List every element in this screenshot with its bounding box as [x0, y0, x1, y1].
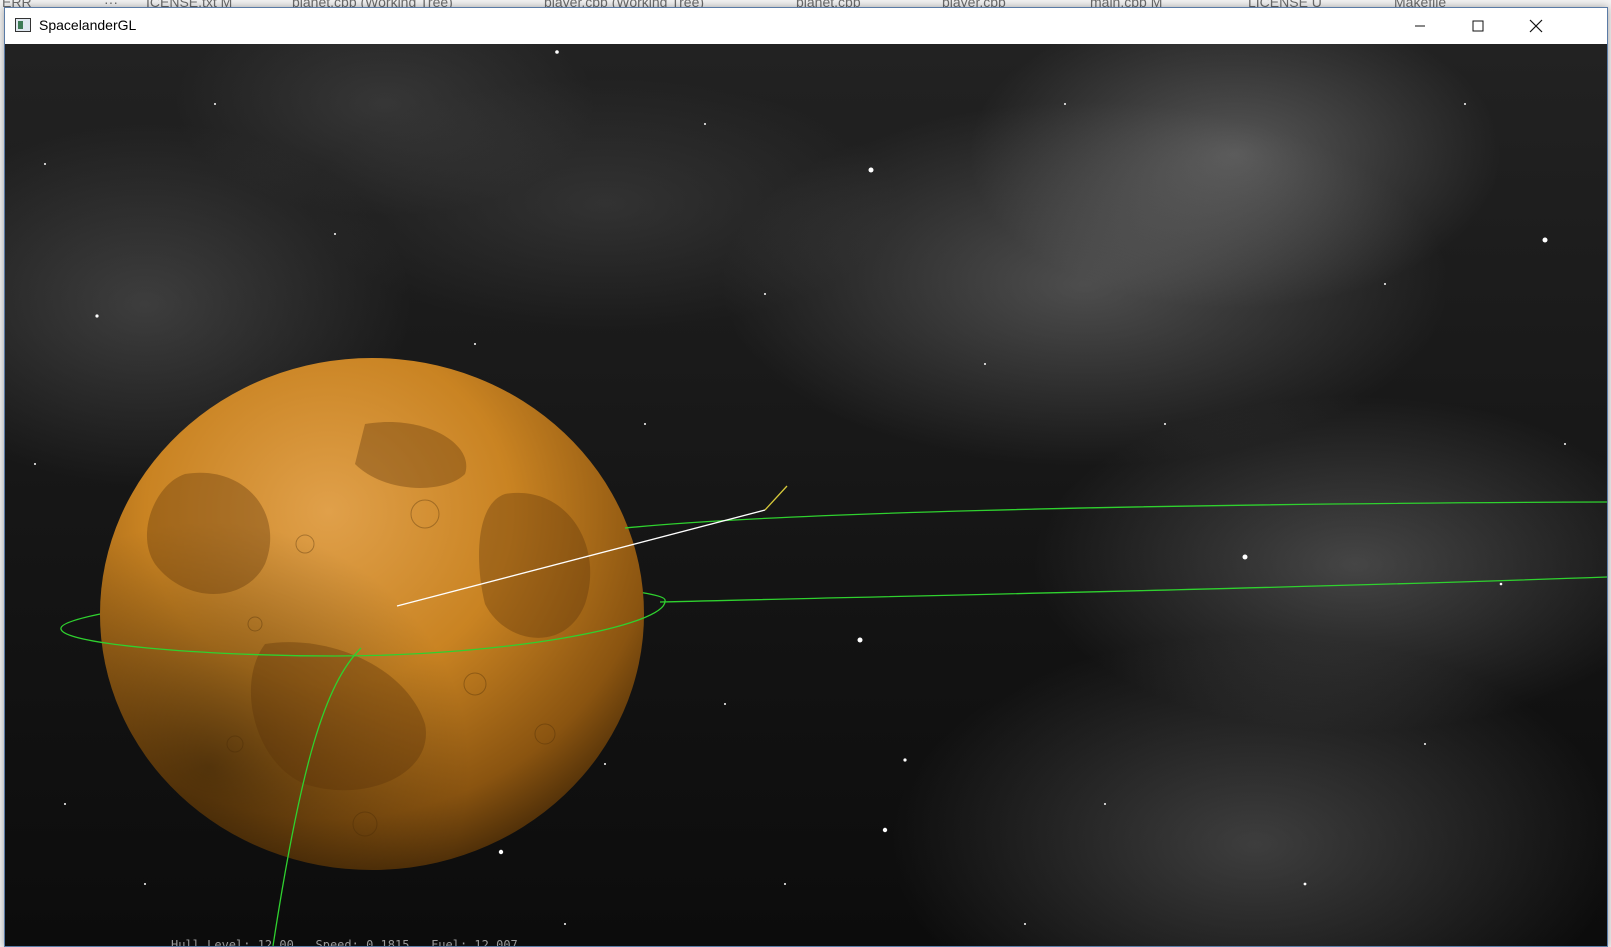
gl-viewport[interactable]: Hull Level: 12.00 Speed: 0.1815 Fuel: 12… [5, 44, 1607, 946]
minimize-icon [1415, 25, 1425, 27]
orbit-path-upper [624, 501, 1607, 529]
orbit-path-lower [659, 576, 1607, 603]
window-titlebar[interactable]: SpacelanderGL [5, 8, 1607, 44]
window-title: SpacelanderGL [39, 17, 137, 33]
maximize-icon [1472, 20, 1484, 32]
app-window: SpacelanderGL Hull Level: 12.00 Speed: 0… [4, 7, 1608, 947]
minimize-button[interactable] [1391, 8, 1449, 44]
close-icon [1529, 19, 1543, 33]
ship-marker [764, 485, 788, 511]
close-button[interactable] [1507, 8, 1565, 44]
hud-status-line: Hull Level: 12.00 Speed: 0.1815 Fuel: 12… [171, 938, 518, 946]
space-scene [34, 50, 1607, 946]
app-window-icon[interactable] [15, 18, 31, 32]
maximize-button[interactable] [1449, 8, 1507, 44]
